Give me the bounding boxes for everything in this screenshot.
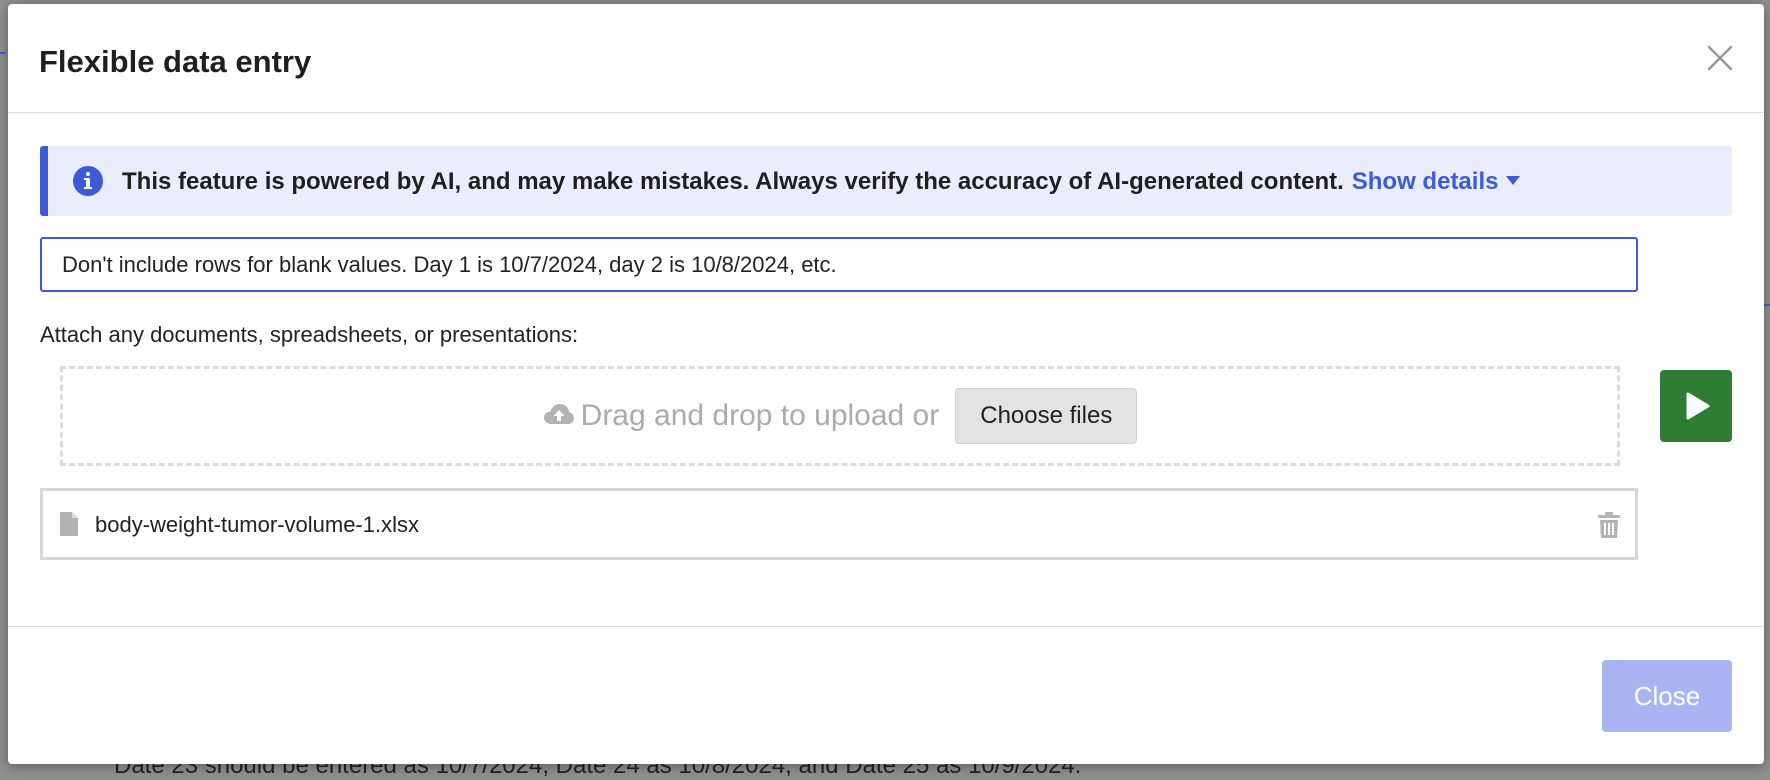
attach-label: Attach any documents, spreadsheets, or p… <box>40 322 579 347</box>
footer-divider <box>8 626 1764 627</box>
info-icon <box>72 165 104 197</box>
background-edge-accent <box>0 52 6 54</box>
dialog-title: Flexible data entry <box>39 44 312 79</box>
dropzone-content: Drag and drop to upload or Choose files <box>63 369 1617 463</box>
flexible-data-entry-dialog: Flexible data entry This feature is powe… <box>8 4 1764 764</box>
show-details-label: Show details <box>1351 168 1499 195</box>
caret-down-icon <box>1506 176 1521 186</box>
play-icon <box>1686 392 1710 420</box>
background-edge-accent <box>1764 304 1770 306</box>
dialog-header: Flexible data entry <box>8 4 1764 113</box>
instructions-input[interactable] <box>40 237 1638 292</box>
close-button[interactable]: Close <box>1602 660 1732 732</box>
attached-file-name: body-weight-tumor-volume-1.xlsx <box>95 512 419 537</box>
choose-files-button[interactable]: Choose files <box>955 388 1138 444</box>
ai-disclaimer-message: This feature is powered by AI, and may m… <box>122 168 1344 195</box>
run-button[interactable] <box>1660 370 1732 442</box>
file-icon <box>59 511 79 537</box>
ai-disclaimer-text: This feature is powered by AI, and may m… <box>122 168 1521 196</box>
show-details-link[interactable]: Show details <box>1352 168 1521 195</box>
file-dropzone[interactable]: Drag and drop to upload or Choose files <box>60 366 1620 466</box>
attached-file-row: body-weight-tumor-volume-1.xlsx <box>40 488 1638 560</box>
close-icon[interactable] <box>1700 38 1740 78</box>
dropzone-text: Drag and drop to upload or <box>580 399 940 432</box>
ai-disclaimer-banner: This feature is powered by AI, and may m… <box>40 146 1732 216</box>
cloud-upload-icon <box>543 402 575 430</box>
trash-icon[interactable] <box>1597 511 1621 539</box>
